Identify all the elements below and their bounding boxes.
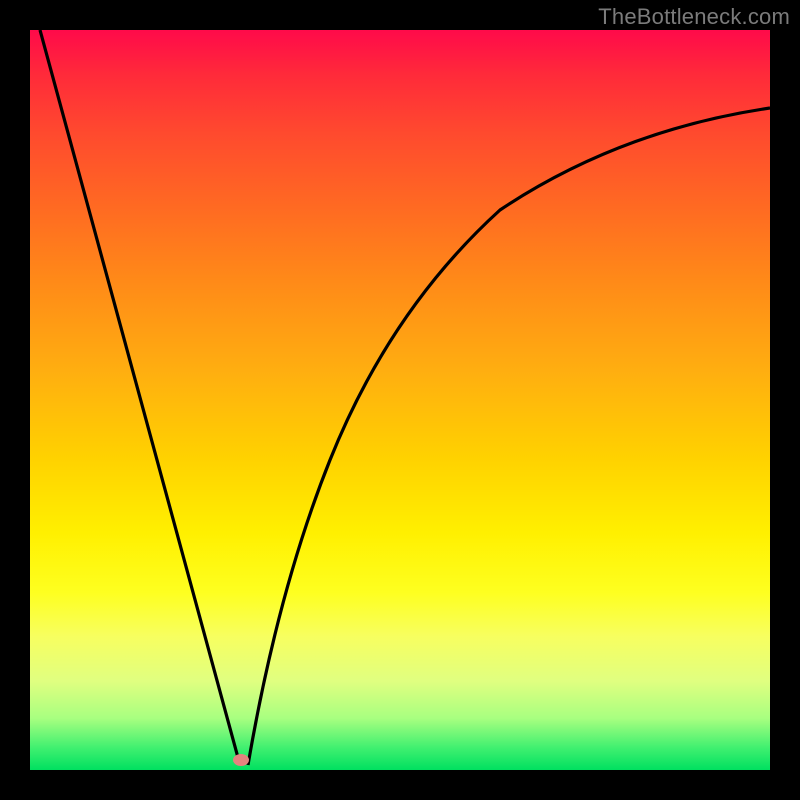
optimum-marker [233,754,249,766]
chart-frame: TheBottleneck.com [0,0,800,800]
plot-area [30,30,770,770]
bottleneck-curve [30,30,770,770]
watermark-text: TheBottleneck.com [598,4,790,30]
curve-left-branch [40,30,240,765]
curve-right-branch [248,108,770,765]
